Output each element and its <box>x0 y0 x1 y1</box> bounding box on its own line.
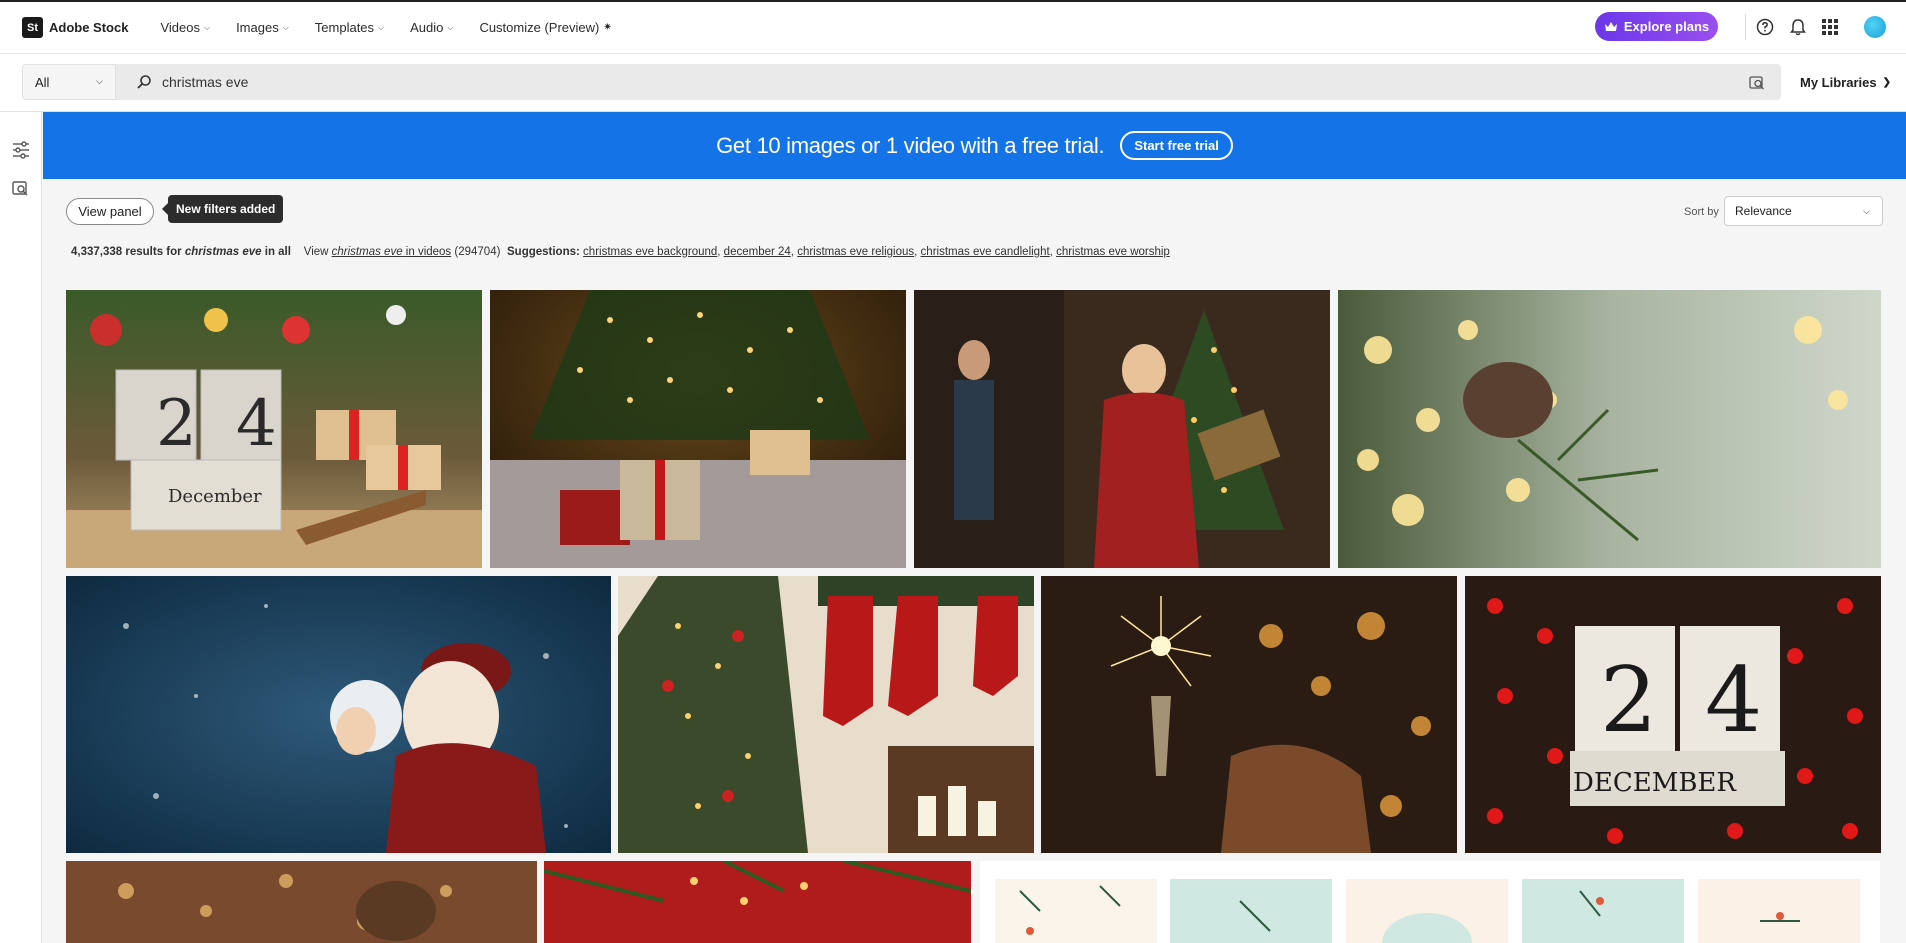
main-nav: Videos ⌵ Images ⌵ Templates ⌵ Audio ⌵ Custom… <box>160 20 611 35</box>
chevron-down-icon: ⌵ <box>447 22 454 32</box>
pinecone-golden-bokeh-image <box>66 861 537 943</box>
bell-icon[interactable] <box>1788 17 1808 37</box>
santa-claus-snow-image <box>66 576 611 853</box>
december-24-calendar-lights-image: 2 4 DECEMBER <box>1465 576 1881 853</box>
avatar[interactable] <box>1864 16 1886 38</box>
image-result[interactable] <box>66 861 537 943</box>
chevron-down-icon: ⌵ <box>96 76 103 86</box>
search-query: christmas eve <box>162 74 249 90</box>
pattern-cards-image <box>980 861 1880 943</box>
sparklers-toast-image <box>1041 576 1457 853</box>
search-input[interactable]: christmas eve <box>116 64 1781 100</box>
image-result[interactable] <box>544 861 971 943</box>
video-count: (294704) <box>454 246 501 258</box>
image-result[interactable] <box>66 576 611 853</box>
image-result[interactable] <box>1338 290 1881 568</box>
nav-videos-label: Videos <box>160 20 200 35</box>
help-icon[interactable] <box>1755 17 1775 37</box>
visual-search-icon[interactable] <box>1749 74 1765 90</box>
pine-cone-bokeh-image <box>1338 290 1881 568</box>
chevron-down-icon: ⌵ <box>282 22 289 32</box>
sort-by-label: Sort by <box>1684 206 1719 218</box>
results-count: 4,337,338 <box>71 246 123 258</box>
adobe-stock-logo: St <box>22 17 43 38</box>
image-result[interactable]: 2 4 December <box>66 290 482 568</box>
chevron-down-icon: ❯ <box>1882 77 1891 88</box>
suggestion-link[interactable]: christmas eve background <box>583 246 717 258</box>
image-result[interactable] <box>980 861 1880 943</box>
image-result[interactable] <box>1041 576 1457 853</box>
image-result[interactable]: 2 4 DECEMBER <box>1465 576 1881 853</box>
crown-icon <box>1604 22 1617 31</box>
calendar-day-4: 4 <box>1705 648 1762 753</box>
image-result[interactable] <box>490 290 906 568</box>
image-result[interactable] <box>618 576 1034 853</box>
new-filters-tooltip: New filters added <box>161 195 284 223</box>
nav-images-label: Images <box>236 20 279 35</box>
explore-plans-button[interactable]: Explore plans <box>1595 12 1718 41</box>
suggestion-link[interactable]: december 24 <box>724 246 791 258</box>
nav-templates[interactable]: Templates ⌵ <box>315 20 384 35</box>
calendar-24-december-image: 2 4 December <box>66 290 482 568</box>
filters-icon[interactable] <box>11 140 31 160</box>
results-for-text: results for <box>125 246 182 258</box>
view-videos-prefix: View <box>303 246 329 258</box>
left-rail <box>0 112 42 943</box>
calendar-day-2: 2 <box>156 387 197 461</box>
brand-name: Adobe Stock <box>49 20 129 35</box>
search-icon <box>137 75 151 89</box>
nav-customize[interactable]: Customize (Preview) ✷ <box>479 20 611 35</box>
brand[interactable]: St Adobe Stock <box>22 17 128 38</box>
free-trial-banner: Get 10 images or 1 video with a free tri… <box>43 112 1906 179</box>
results-summary: 4,337,338 results for christmas eve in a… <box>71 246 500 258</box>
calendar-month: DECEMBER <box>1573 768 1737 798</box>
search-scope-select[interactable]: All ⌵ <box>22 64 116 100</box>
suggestion-link[interactable]: christmas eve religious <box>797 246 914 258</box>
suggestions-label: Suggestions: <box>507 246 580 258</box>
suggestion-link[interactable]: christmas eve worship <box>1056 246 1170 258</box>
video-suffix: in videos <box>405 246 452 258</box>
red-fabric-fir-branches-image <box>544 861 971 943</box>
results-query: christmas eve <box>184 246 262 258</box>
stockings-fireplace-image <box>618 576 1034 853</box>
nav-videos[interactable]: Videos ⌵ <box>160 20 210 35</box>
view-panel-button[interactable]: View panel <box>66 198 154 225</box>
nav-audio[interactable]: Audio ⌵ <box>410 20 453 35</box>
my-libraries-label: My Libraries <box>1800 75 1877 90</box>
sort-select[interactable]: Relevance ⌵ <box>1724 196 1883 226</box>
banner-text: Get 10 images or 1 video with a free tri… <box>716 132 1105 158</box>
calendar-month: December <box>168 486 262 507</box>
view-in-videos-link[interactable]: christmas eve in videos <box>332 246 452 258</box>
calendar-day-2: 2 <box>1600 648 1657 753</box>
nav-customize-label: Customize (Preview) <box>479 20 600 35</box>
explore-plans-label: Explore plans <box>1623 19 1710 34</box>
calendar-day-4: 4 <box>236 387 277 461</box>
my-libraries-button[interactable]: My Libraries ❯ <box>1800 75 1891 90</box>
sort-value: Relevance <box>1735 204 1792 218</box>
nav-templates-label: Templates <box>314 20 375 35</box>
suggestions: Suggestions: christmas eve background, d… <box>507 246 1170 258</box>
visual-search-icon[interactable] <box>11 178 31 198</box>
results-in-all: in all <box>264 246 291 258</box>
chevron-down-icon: ⌵ <box>1863 206 1870 216</box>
people-exchanging-gifts-image <box>914 290 1330 568</box>
apps-grid-icon[interactable] <box>1820 17 1840 37</box>
start-free-trial-button[interactable]: Start free trial <box>1120 131 1233 160</box>
sparkle-icon: ✷ <box>603 22 612 33</box>
gifts-under-tree-image <box>490 290 906 568</box>
chevron-down-icon: ⌵ <box>378 22 385 32</box>
header-divider <box>1745 14 1746 40</box>
search-scope-value: All <box>35 74 50 90</box>
image-result[interactable] <box>914 290 1330 568</box>
search-row: All ⌵ christmas eve My Libraries ❯ <box>0 54 1906 112</box>
nav-images[interactable]: Images ⌵ <box>236 20 289 35</box>
chevron-down-icon: ⌵ <box>203 22 211 32</box>
video-query: christmas eve <box>331 246 403 258</box>
suggestion-link[interactable]: christmas eve candlelight <box>921 246 1050 258</box>
nav-audio-label: Audio <box>410 20 444 35</box>
